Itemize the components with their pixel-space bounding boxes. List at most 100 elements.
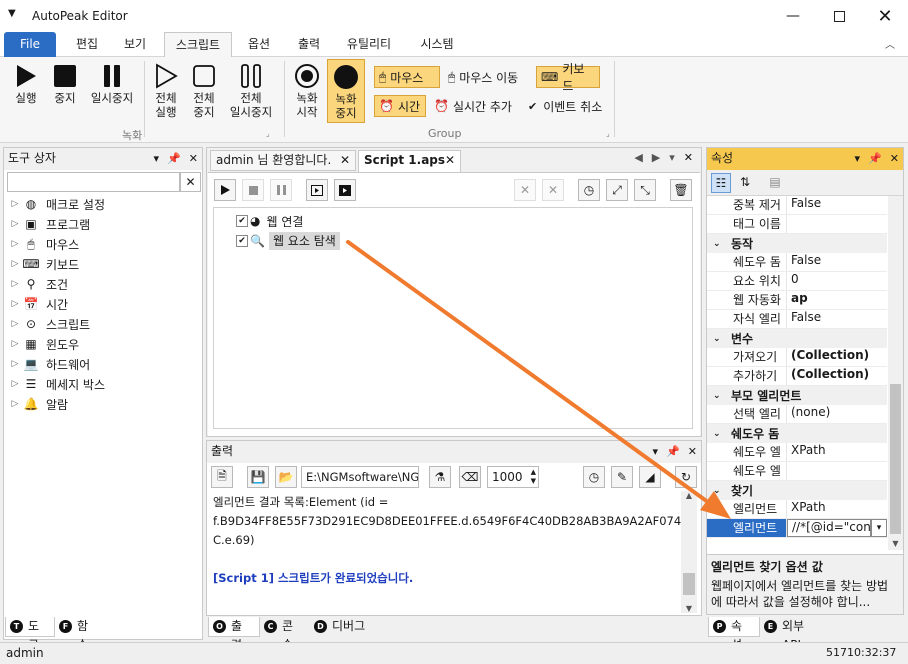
pause-all-button[interactable]: 전체 일시중지: [224, 61, 278, 119]
property-category[interactable]: ⌄ 동작: [707, 234, 887, 253]
stop-button[interactable]: 중지: [48, 61, 82, 105]
trash-icon[interactable]: 🗑: [670, 179, 692, 201]
log-path-field[interactable]: E:\NGMsoftware\NG: [301, 466, 419, 488]
tab-utility[interactable]: 유틸리티: [336, 32, 402, 57]
dialog-launcher-icon[interactable]: ⌟: [266, 129, 270, 138]
clock-icon[interactable]: ◷: [583, 466, 605, 488]
toolbox-search-input[interactable]: [7, 172, 180, 192]
output-scrollbar[interactable]: ▲ ▼: [681, 491, 697, 613]
stop-all-button[interactable]: 전체 중지: [186, 61, 222, 119]
sort-alpha-icon[interactable]: ⇅: [735, 173, 755, 193]
tab-welcome[interactable]: admin 님 환영합니다. ✕: [210, 150, 356, 171]
toolbox-item[interactable]: ▷ 🔔 알람: [8, 394, 105, 414]
brush-icon[interactable]: ✎: [611, 466, 633, 488]
toolbox-item[interactable]: ▷ ⊙ 스크립트: [8, 314, 105, 334]
property-row[interactable]: 추가하기 (Collection): [707, 367, 887, 386]
script-item-web-element-search[interactable]: ✔ 🔍 웹 요소 탐색: [236, 232, 340, 250]
clear-search-icon[interactable]: ✕: [180, 172, 201, 192]
eraser-icon[interactable]: ⌫: [459, 466, 481, 488]
keyboard-toggle-button[interactable]: ⌨ 키보드: [536, 62, 600, 93]
toolbox-item[interactable]: ▷ ▣ 프로그램: [8, 214, 105, 234]
property-row[interactable]: 자식 엘리 False: [707, 310, 887, 329]
property-row[interactable]: 쉐도우 돔 False: [707, 253, 887, 272]
property-category[interactable]: ⌄ 부모 엘리먼트: [707, 386, 887, 405]
event-cancel-button[interactable]: ✔ 이벤트 취소: [524, 95, 606, 117]
property-row[interactable]: 엘리먼트 XPath: [707, 500, 887, 519]
timer-button[interactable]: ◷: [578, 179, 600, 201]
save-icon[interactable]: 💾: [247, 466, 269, 488]
tab-options[interactable]: 옵션: [238, 32, 280, 57]
tab-console[interactable]: C콘솔: [260, 617, 310, 652]
delete-item-button[interactable]: ✕: [514, 179, 536, 201]
property-row[interactable]: 중복 제거 False: [707, 196, 887, 215]
tab-script1[interactable]: Script 1.aps ✕: [358, 150, 461, 172]
close-icon[interactable]: ✕: [189, 148, 198, 169]
pause-button[interactable]: 일시중지: [84, 61, 140, 105]
scroll-left-icon[interactable]: ◀: [634, 151, 642, 164]
script-item-web-connect[interactable]: ✔ ◕ 웹 연결: [236, 212, 303, 230]
property-row[interactable]: 쉐도우 엘 XPath: [707, 443, 887, 462]
toolbox-item[interactable]: ▷ ▦ 윈도우: [8, 334, 105, 354]
toolbox-item[interactable]: ▷ ☰ 메세지 박스: [8, 374, 105, 394]
tab-functions[interactable]: F함수: [55, 617, 105, 652]
close-icon[interactable]: ✕: [862, 0, 908, 32]
maximize-icon[interactable]: [816, 0, 862, 32]
property-row[interactable]: 가져오기 (Collection): [707, 348, 887, 367]
tab-tools[interactable]: T도구: [5, 617, 55, 652]
dropdown-icon[interactable]: ▾: [855, 148, 861, 169]
close-icon[interactable]: ✕: [688, 441, 697, 462]
toolbox-item[interactable]: ▷ 🖱 마우스: [8, 234, 105, 254]
stop-script-button[interactable]: [242, 179, 264, 201]
property-category[interactable]: ⌄ 찾기: [707, 481, 887, 500]
toolbox-item[interactable]: ▷ ⌨ 키보드: [8, 254, 105, 274]
property-row[interactable]: 요소 위치 0: [707, 272, 887, 291]
dialog-launcher-icon[interactable]: ⌟: [606, 129, 610, 138]
close-icon[interactable]: ✕: [684, 151, 693, 164]
folder-icon[interactable]: 📂: [275, 466, 297, 488]
tab-file[interactable]: File: [4, 32, 56, 57]
property-row[interactable]: 쉐도우 엘: [707, 462, 887, 481]
dropdown-icon[interactable]: ▾: [154, 148, 160, 169]
close-icon[interactable]: ✕: [890, 148, 899, 169]
property-row[interactable]: 웹 자동화 ap: [707, 291, 887, 310]
pin-icon[interactable]: 📌: [666, 441, 680, 462]
tab-system[interactable]: 시스템: [410, 32, 464, 57]
tab-view[interactable]: 보기: [114, 32, 156, 57]
property-row[interactable]: 엘리먼트//*[@id="con ▾: [707, 519, 887, 538]
refresh-icon[interactable]: ↻: [675, 466, 697, 488]
collapse-button[interactable]: ⤡: [634, 179, 656, 201]
property-row[interactable]: 태그 이름: [707, 215, 887, 234]
line-limit-stepper[interactable]: 1000 ▲ ▼: [487, 466, 539, 488]
pin-icon[interactable]: 📌: [868, 148, 882, 169]
run-all-button[interactable]: 전체 실행: [148, 61, 184, 119]
toolbox-item[interactable]: ▷ 💻 하드웨어: [8, 354, 105, 374]
pause-script-button[interactable]: [270, 179, 292, 201]
time-toggle-button[interactable]: ⏰ 시간: [374, 95, 426, 117]
mouse-move-button[interactable]: 🖱 마우스 이동: [444, 66, 522, 88]
property-row[interactable]: 선택 엘리 (none): [707, 405, 887, 424]
pin-icon[interactable]: 📌: [167, 148, 181, 169]
tab-output-panel[interactable]: O출력: [208, 617, 260, 652]
step-run-button[interactable]: [306, 179, 328, 201]
record-start-button[interactable]: 녹화 시작: [290, 61, 324, 119]
minimize-icon[interactable]: —: [770, 0, 816, 32]
tab-external-api[interactable]: E외부 API: [760, 617, 832, 652]
tab-script[interactable]: 스크립트: [164, 32, 232, 58]
delete-all-button[interactable]: ✕: [542, 179, 564, 201]
record-stop-button[interactable]: 녹화 중지: [327, 59, 365, 123]
property-pages-icon[interactable]: ▤: [765, 173, 785, 193]
scroll-right-icon[interactable]: ▶: [652, 151, 660, 164]
realtime-add-button[interactable]: ⏰ 실시간 추가: [430, 95, 516, 117]
fill-icon[interactable]: ◢: [639, 466, 661, 488]
mouse-toggle-button[interactable]: 🖱 마우스: [374, 66, 440, 88]
property-category[interactable]: ⌄ 쉐도우 돔: [707, 424, 887, 443]
property-category[interactable]: ⌄ 변수: [707, 329, 887, 348]
system-menu-icon[interactable]: ▼: [8, 8, 16, 19]
run-button[interactable]: 실행: [8, 61, 44, 105]
property-scrollbar[interactable]: ▼: [888, 196, 903, 550]
new-log-button[interactable]: 🗎: [211, 466, 233, 488]
dropdown-icon[interactable]: ▾: [653, 441, 659, 462]
run-from-button[interactable]: [334, 179, 356, 201]
run-script-button[interactable]: [214, 179, 236, 201]
collapse-ribbon-icon[interactable]: ︿: [885, 36, 895, 51]
